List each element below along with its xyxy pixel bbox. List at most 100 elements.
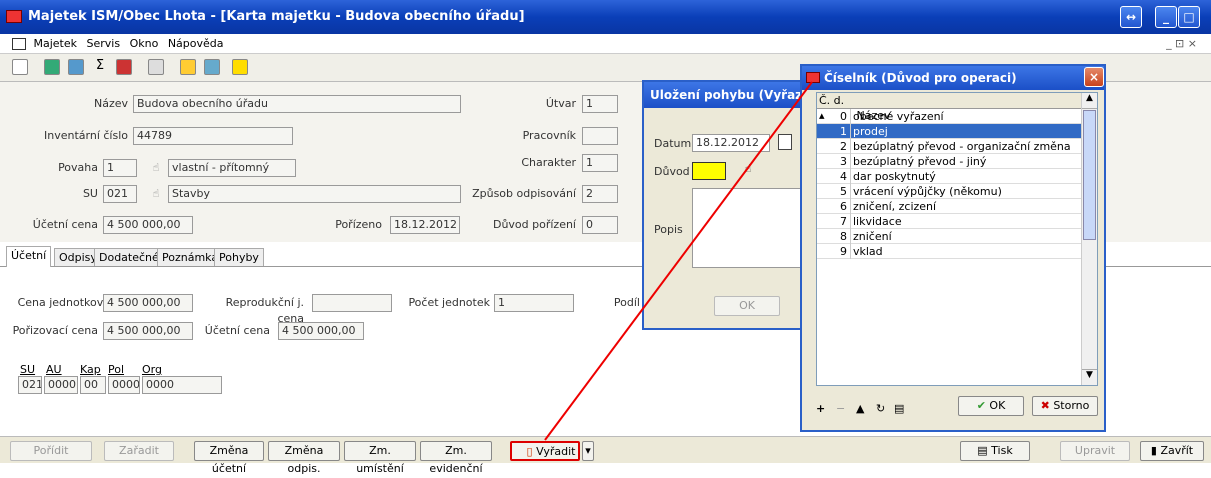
move-icon[interactable] — [44, 59, 60, 75]
pol-col-field[interactable]: 0000 — [108, 376, 140, 394]
exit-icon[interactable] — [232, 59, 248, 75]
pick-hand-icon[interactable]: ☝ — [150, 161, 162, 175]
duvod-field[interactable] — [692, 162, 726, 180]
scroll-down-icon[interactable]: ▼ — [1082, 369, 1097, 385]
cena-jed-field: 4 500 000,00 — [103, 294, 193, 312]
menu-okno[interactable]: Okno — [130, 37, 159, 50]
su-text-field: Stavby — [168, 185, 461, 203]
calendar-icon[interactable] — [778, 134, 792, 150]
list-item[interactable]: 8 zničení — [817, 229, 1097, 244]
menu-majetek[interactable]: Majetek — [34, 37, 78, 50]
printer-icon[interactable]: ▤ — [894, 402, 904, 415]
list-item[interactable]: 2 bezúplatný převod - organizační změna — [817, 139, 1097, 154]
poridit-button[interactable]: Pořídit — [10, 441, 92, 461]
close-button[interactable]: × — [1084, 67, 1104, 87]
codelist-grid: Č. d. ▴ Název 0 obecné vyřazení 1 prodej 2 be… — [816, 92, 1098, 386]
movement-dialog: Uložení pohybu (Vyřazen Datum 18.12.2012… — [642, 80, 802, 330]
pocet-field[interactable]: 1 — [494, 294, 574, 312]
book-icon[interactable] — [68, 59, 84, 75]
podil-label: Podíl — [613, 296, 640, 309]
nazev-field[interactable]: Budova obecního úřadu — [133, 95, 461, 113]
datum-field[interactable]: 18.12.2012 — [692, 134, 770, 152]
list-item[interactable]: 6 zničení, zcizení — [817, 199, 1097, 214]
inv-label: Inventární číslo — [44, 129, 128, 142]
povaha-code-field[interactable]: 1 — [103, 159, 137, 177]
pracovnik-field[interactable] — [582, 127, 618, 145]
utvar-field[interactable]: 1 — [582, 95, 618, 113]
table-icon[interactable] — [148, 59, 164, 75]
sum-icon[interactable]: Σ — [92, 59, 108, 75]
tab-ucetni[interactable]: Účetní — [6, 246, 52, 267]
menu-napoveda[interactable]: Nápověda — [168, 37, 224, 50]
list-item[interactable]: 3 bezúplatný převod - jiný — [817, 154, 1097, 169]
tab-dodatecne[interactable]: Dodatečné — [94, 248, 164, 266]
vyradit-label: Vyřadit — [536, 445, 576, 458]
list-item[interactable]: 0 obecné vyřazení — [817, 109, 1097, 124]
menu-servis[interactable]: Servis — [87, 37, 121, 50]
ucetni-field: 4 500 000,00 — [103, 216, 193, 234]
storno-button[interactable]: ✖ Storno — [1032, 396, 1098, 416]
zm-umisteni-button[interactable]: Zm. umístění — [344, 441, 416, 475]
nazev-label: Název — [93, 97, 128, 110]
check-icon: ✔ — [976, 399, 986, 412]
new-icon[interactable] — [12, 59, 28, 75]
row-name: vrácení výpůjčky (někomu) — [853, 185, 1002, 198]
repro-field[interactable] — [312, 294, 392, 312]
storno-label: Storno — [1053, 399, 1090, 412]
pick-hand-icon[interactable]: ☝ — [150, 187, 162, 201]
restore-icon[interactable]: ↔ — [1120, 6, 1142, 28]
zmena-odpis-button[interactable]: Změna odpis. — [268, 441, 340, 475]
scroll-up-icon[interactable]: ▲ — [1082, 93, 1097, 109]
au-col-field[interactable]: 0000 — [44, 376, 78, 394]
tisk-button[interactable]: ▤ Tisk — [960, 441, 1030, 461]
zm-evidencni-button[interactable]: Zm. evidenční — [420, 441, 492, 475]
zavrit-button[interactable]: ▮ Zavřít — [1140, 441, 1204, 461]
kap-col-field[interactable]: 00 — [80, 376, 106, 394]
delete-doc-icon: ▯ — [526, 445, 533, 458]
odpis-field[interactable]: 2 — [582, 185, 618, 203]
child-window-controls[interactable]: _ ⊡ × — [1166, 34, 1197, 54]
row-name: bezúplatný převod - organizační změna — [853, 140, 1071, 153]
zmena-ucetni-button[interactable]: Změna účetní — [194, 441, 264, 475]
pick-hand-icon[interactable]: ☝ — [742, 162, 754, 176]
minimize-button[interactable]: _ — [1155, 6, 1177, 28]
dialog1-ok-button[interactable]: OK — [714, 296, 780, 316]
su-label: SU — [82, 187, 98, 200]
list-item[interactable]: 5 vrácení výpůjčky (někomu) — [817, 184, 1097, 199]
list-item[interactable]: 7 likvidace — [817, 214, 1097, 229]
settings-icon[interactable] — [204, 59, 220, 75]
vyradit-button[interactable]: ▯ Vyřadit — [510, 441, 580, 461]
refresh-icon[interactable]: ↻ — [876, 402, 885, 415]
up-icon[interactable]: ▲ — [856, 402, 864, 415]
scrollbar[interactable]: ▲ ▼ — [1081, 93, 1097, 385]
su-col-field[interactable]: 021 — [18, 376, 42, 394]
list-item[interactable]: 9 vklad — [817, 244, 1097, 259]
maximize-button[interactable]: □ — [1178, 6, 1200, 28]
lock-icon[interactable] — [180, 59, 196, 75]
ucetni2-label: Účetní cena — [204, 324, 270, 337]
porizeno-field[interactable]: 18.12.2012 — [390, 216, 460, 234]
vyradit-dropdown[interactable]: ▾ — [582, 441, 594, 461]
list-item[interactable]: 4 dar poskytnutý — [817, 169, 1097, 184]
add-icon[interactable]: + — [816, 402, 825, 415]
list-icon[interactable] — [116, 59, 132, 75]
window-title: Majetek ISM/Obec Lhota - [Karta majetku … — [28, 9, 525, 24]
popis-textarea[interactable] — [692, 188, 802, 268]
zaradit-button[interactable]: Zařadit — [104, 441, 174, 461]
su-code-field[interactable]: 021 — [103, 185, 137, 203]
scroll-thumb[interactable] — [1083, 110, 1096, 240]
remove-icon[interactable]: − — [836, 402, 845, 415]
duvod-porizeni-field[interactable]: 0 — [582, 216, 618, 234]
povaha-label: Povaha — [58, 161, 98, 174]
dialog2-ok-button[interactable]: ✔ OK — [958, 396, 1024, 416]
tab-pohyby[interactable]: Pohyby — [214, 248, 264, 266]
list-item[interactable]: 1 prodej — [817, 124, 1097, 139]
inv-field[interactable]: 44789 — [133, 127, 293, 145]
tisk-label: Tisk — [991, 444, 1013, 457]
row-code: 2 — [817, 139, 851, 154]
upravit-button[interactable]: Upravit — [1060, 441, 1130, 461]
org-col-field[interactable]: 0000 — [142, 376, 222, 394]
codelist-dialog-title: Číselník (Důvod pro operaci) × — [802, 66, 1104, 90]
charakter-field[interactable]: 1 — [582, 154, 618, 172]
grid-rows: 0 obecné vyřazení 1 prodej 2 bezúplatný převo… — [817, 109, 1097, 259]
